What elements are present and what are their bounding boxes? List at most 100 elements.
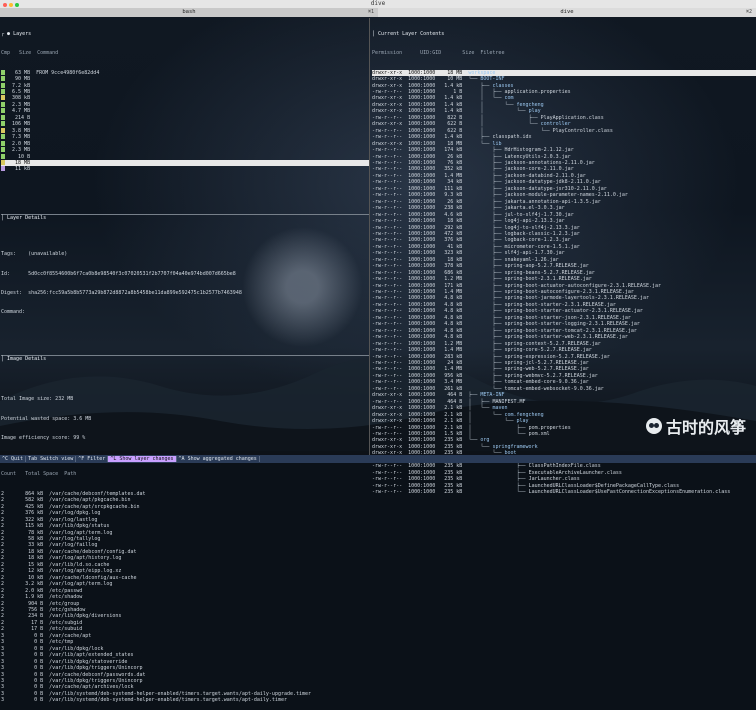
- file-uid-gid: 1000:1000: [408, 366, 436, 373]
- file-permission: -rw-r--r--: [372, 127, 409, 134]
- file-size: 4.8 kB: [435, 314, 469, 321]
- file-path: /var/log/faillog: [49, 542, 98, 549]
- file-name: spring-boot-starter-json-2.3.1.RELEASE.j…: [504, 314, 631, 321]
- status-quit[interactable]: ^C Quit: [0, 456, 27, 462]
- tree-branch: └──: [468, 489, 529, 496]
- inefficient-file-row[interactable]: 3 0 B /var/lib/systemd/deb-systemd-helpe…: [1, 697, 369, 703]
- inefficient-files-list[interactable]: 2 864 kB /var/cache/debconf/templates.da…: [1, 491, 369, 704]
- file-path: /etc/tmp: [49, 639, 74, 646]
- layer-cmp-bar: [1, 108, 5, 114]
- tab-bash[interactable]: bash ⌘1: [0, 8, 379, 17]
- inefficient-files-header: Count Total Space Path: [1, 471, 77, 478]
- file-name: jackson-databind-2.11.0.jar: [504, 172, 586, 179]
- layer-size: 10 B: [6, 153, 31, 160]
- layer-command: [30, 115, 36, 121]
- file-permission: -rw-r--r--: [372, 250, 409, 257]
- file-total-space: 78 kB: [19, 529, 50, 536]
- file-name: spring-boot-starter-web-2.3.1.RELEASE.ja…: [504, 334, 628, 341]
- file-uid-gid: 1000:1000: [408, 108, 436, 115]
- file-size: 18 kB: [435, 218, 469, 225]
- tree-branch: ├──: [468, 218, 505, 225]
- file-permission: -rw-r--r--: [372, 172, 409, 179]
- layer-row[interactable]: 11 kB: [1, 166, 369, 172]
- tree-branch: │ ├──: [468, 424, 529, 431]
- file-name: play: [516, 418, 529, 425]
- file-total-space: 17 B: [19, 626, 50, 633]
- file-name: com.fengcheng: [504, 411, 544, 418]
- file-uid-gid: 1000:1000: [408, 379, 436, 386]
- file-uid-gid: 1000:1000: [408, 314, 436, 321]
- layer-command: [30, 108, 36, 114]
- tree-branch: ├──: [468, 179, 505, 186]
- file-uid-gid: 1000:1000: [408, 489, 436, 496]
- file-name: jackson-datatype-jsr310-2.11.0.jar: [504, 185, 607, 192]
- file-permission: -rw-r--r--: [372, 366, 409, 373]
- file-path: /var/log/apt/term.log: [49, 581, 113, 588]
- file-uid-gid: 1000:1000: [408, 185, 436, 192]
- file-size: 235 kB: [435, 437, 469, 444]
- status-show-layer-changes[interactable]: ^L Show layer changes: [108, 456, 177, 462]
- tree-branch: └──: [468, 443, 493, 450]
- file-size: 34 kB: [435, 179, 469, 186]
- tree-branch: ├──: [468, 185, 505, 192]
- status-switch-view[interactable]: Tab Switch view: [26, 456, 77, 462]
- file-size: 3.4 MB: [435, 379, 469, 386]
- file-uid-gid: 1000:1000: [408, 140, 436, 147]
- file-permission: drwxr-xr-x: [372, 392, 409, 399]
- layer-cmp-bar: [1, 101, 5, 107]
- file-count: 2: [1, 587, 20, 594]
- file-uid-gid: 1000:1000: [408, 411, 436, 418]
- file-path: /var/log/dpkg.log: [49, 510, 101, 517]
- file-permission: -rw-r--r--: [372, 482, 409, 489]
- tab-dive[interactable]: dive ⌘2: [378, 8, 756, 17]
- file-size: 174 kB: [435, 147, 469, 154]
- file-size: 26 kB: [435, 153, 469, 160]
- file-total-space: 0 B: [19, 671, 50, 678]
- file-path: /var/lib/apt/extended_states: [49, 652, 134, 659]
- status-show-aggregated[interactable]: ^A Show aggregated changes: [176, 456, 260, 462]
- layers-list[interactable]: 63 MB FROM 9cce4980f6e82dd4 90 MB 7.2 kB…: [1, 69, 369, 173]
- file-name: workspace: [468, 69, 496, 76]
- file-total-space: 425 kB: [19, 503, 50, 510]
- file-size: 1.4 kB: [435, 108, 469, 115]
- file-size: 4.6 kB: [435, 211, 469, 218]
- tree-branch: │ └──: [468, 95, 505, 102]
- file-permission: -rw-r--r--: [372, 398, 409, 405]
- file-uid-gid: 1000:1000: [408, 276, 436, 283]
- file-count: 2: [1, 548, 20, 555]
- file-path: /etc/group: [49, 600, 80, 607]
- file-permission: drwxr-xr-x: [372, 108, 409, 115]
- tree-branch: ├──: [468, 463, 529, 470]
- file-uid-gid: 1000:1000: [408, 250, 436, 257]
- layer-command: [30, 160, 36, 166]
- file-permission: -rw-r--r--: [372, 340, 409, 347]
- layer-size: 308 kB: [6, 95, 31, 102]
- file-path: /var/lib/dpkg/lock: [49, 645, 104, 652]
- file-permission: drwxr-xr-x: [372, 69, 409, 76]
- layers-columns: Cmp Size Command: [1, 50, 59, 57]
- file-permission: -rw-r--r--: [372, 166, 409, 173]
- file-permission: drwxr-xr-x: [372, 95, 409, 102]
- file-size: 378 kB: [435, 263, 469, 270]
- file-size: 1.4 kB: [435, 95, 469, 102]
- file-path: /var/log/apt/history.log: [49, 555, 122, 562]
- file-size: 41 kB: [435, 243, 469, 250]
- tree-branch: ├──: [468, 295, 505, 302]
- tree-branch: ├──: [468, 263, 505, 270]
- file-path: /var/cache/debconf/passwords.dat: [49, 671, 146, 678]
- wechat-icon: [645, 418, 662, 434]
- contents-header: │ Current Layer Contents: [372, 30, 445, 37]
- tree-branch: ├──: [468, 256, 505, 263]
- layer-command: [30, 121, 36, 127]
- file-name: tomcat-embed-core-9.0.36.jar: [504, 379, 589, 386]
- file-size: 111 kB: [435, 185, 469, 192]
- file-uid-gid: 1000:1000: [408, 353, 436, 360]
- file-total-space: 18 kB: [19, 555, 50, 562]
- file-path: /var/cache/apt/srcpkgcache.bin: [49, 503, 140, 510]
- filetree-row[interactable]: -rw-r--r-- 1000:1000 235 kB └── Launched…: [372, 489, 756, 495]
- layer-cmp-bar: [1, 88, 5, 94]
- file-name: spring-boot-jarmode-layertools-2.3.1.REL…: [504, 295, 649, 302]
- status-filter[interactable]: ^F Filter: [76, 456, 109, 462]
- file-total-space: 15 kB: [19, 561, 50, 568]
- file-name: spring-beans-5.2.7.RELEASE.jar: [504, 269, 595, 276]
